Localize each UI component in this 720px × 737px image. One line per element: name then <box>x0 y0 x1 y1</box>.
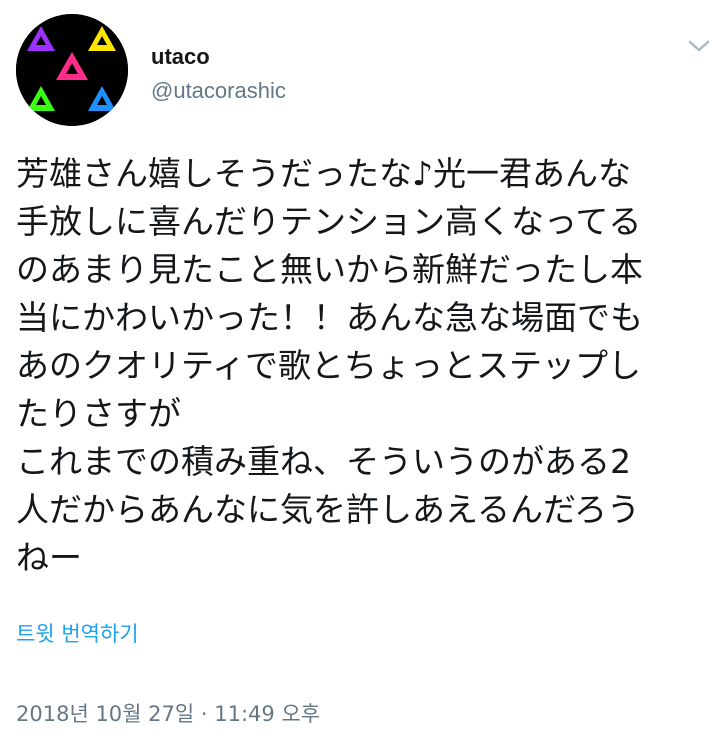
tweet-header: utaco @utacorashic <box>0 0 720 140</box>
tweet-text-line: 人だからあんなに気を許しあえるんだろう <box>16 490 641 529</box>
tweet-text-line: これまでの積み重ね、そういうのがある2 <box>16 442 631 481</box>
user-info: utaco @utacorashic <box>151 44 286 104</box>
tweet-text-line: ねー <box>16 538 82 577</box>
tweet-text-line: たりさすが <box>16 394 181 433</box>
tweet-timestamp[interactable]: 2018년 10월 27일 · 11:49 오후 <box>16 700 320 728</box>
avatar[interactable] <box>16 14 128 126</box>
avatar-image <box>16 14 128 126</box>
tweet-text-line: 芳雄さん嬉しそうだったな♪光一君あんな <box>16 154 632 193</box>
tweet-text-line: 当にかわいかった！！あんな急な場面でも <box>16 298 643 337</box>
user-handle[interactable]: @utacorashic <box>151 78 286 104</box>
tweet-text: 芳雄さん嬉しそうだったな♪光一君あんな 手放しに喜んだりテンション高くなってる … <box>16 150 706 582</box>
tweet-text-line: 手放しに喜んだりテンション高くなってる <box>16 202 642 241</box>
tweet-text-line: のあまり見たこと無いから新鮮だったし本 <box>16 250 643 289</box>
translate-tweet-link[interactable]: 트윗 번역하기 <box>16 620 139 648</box>
display-name[interactable]: utaco <box>151 44 286 70</box>
tweet-text-line: あのクオリティで歌とちょっとステップし <box>16 346 642 385</box>
chevron-down-icon[interactable] <box>686 36 712 56</box>
